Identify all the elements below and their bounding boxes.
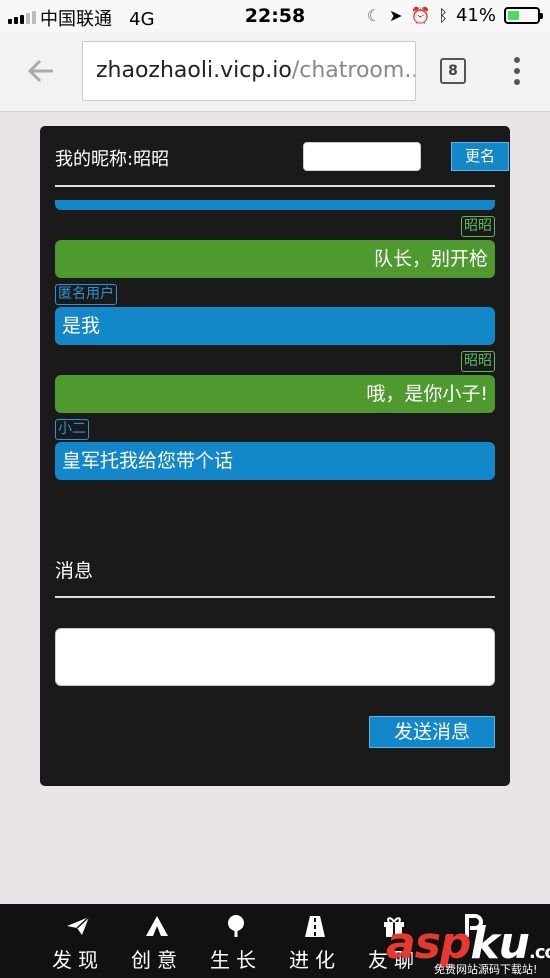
nav-item-grow[interactable]: 生长 [196, 904, 276, 978]
chat-panel: 我的昵称:昭昭 更名 昭昭 队长，别开枪 匿名用户 是我 昭昭 哦，是你小子! … [40, 126, 510, 786]
status-bar: 中国联通 4G 22:58 ☾ ➤ ⏰ ᛒ 41% [0, 0, 550, 32]
url-host: zhaozhaoli.vicp.io [96, 58, 292, 83]
nav-item-discover[interactable]: 发现 [38, 904, 118, 978]
road-icon [305, 916, 325, 937]
tab-switcher-button[interactable]: 8 [440, 58, 466, 84]
browser-toolbar: zhaozhaoli.vicp.io/chatroom... 8 [0, 32, 550, 112]
divider [55, 596, 495, 598]
nav-item-evolve[interactable]: 进化 [275, 904, 355, 978]
status-right: ☾ ➤ ⏰ ᛒ 41% [366, 5, 543, 26]
moon-icon: ☾ [366, 6, 382, 25]
back-arrow-icon[interactable] [26, 56, 56, 91]
watermark: aspku.com 免费网站源码下载站! [380, 918, 550, 978]
message-bubble: 是我 [55, 307, 495, 345]
alarm-icon: ⏰ [410, 6, 431, 25]
nickname-row: 我的昵称:昭昭 更名 [55, 142, 509, 174]
nav-label: 生长 [210, 948, 262, 972]
rename-button[interactable]: 更名 [451, 142, 509, 171]
watermark-subtitle: 免费网站源码下载站! [434, 963, 538, 976]
overflow-menu-icon[interactable] [514, 57, 520, 85]
message-bubble: 哦，是你小子! [55, 375, 495, 413]
nav-label: 进化 [289, 948, 341, 972]
message-list: 昭昭 队长，别开枪 匿名用户 是我 昭昭 哦，是你小子! 小二 皇军托我给您带个… [55, 188, 495, 488]
tent-icon [146, 916, 168, 936]
sender-tag: 小二 [55, 419, 89, 440]
nickname-label: 我的昵称:昭昭 [55, 149, 170, 170]
nav-item-create[interactable]: 创意 [117, 904, 197, 978]
nickname-input[interactable] [303, 142, 421, 171]
sender-tag: 匿名用户 [55, 284, 117, 305]
sender-tag: 昭昭 [461, 216, 495, 237]
battery-icon [504, 7, 543, 24]
tree-icon [228, 915, 244, 937]
address-bar[interactable]: zhaozhaoli.vicp.io/chatroom... [82, 41, 416, 101]
nav-label: 发现 [52, 948, 104, 972]
send-message-button[interactable]: 发送消息 [369, 716, 495, 748]
bluetooth-icon: ᛒ [438, 6, 448, 25]
location-icon: ➤ [389, 6, 403, 25]
message-label: 消息 [55, 560, 94, 582]
divider [55, 185, 495, 187]
message-bubble: 皇军托我给您带个话 [55, 442, 495, 480]
message-bubble: 队长，别开枪 [55, 240, 495, 278]
message-bubble-partial [55, 200, 495, 210]
url-path: /chatroom... [291, 58, 416, 83]
nav-label: 创意 [131, 948, 183, 972]
paper-plane-icon [67, 916, 90, 935]
message-input[interactable] [55, 628, 495, 686]
battery-percent: 41% [455, 5, 496, 26]
sender-tag: 昭昭 [461, 351, 495, 372]
